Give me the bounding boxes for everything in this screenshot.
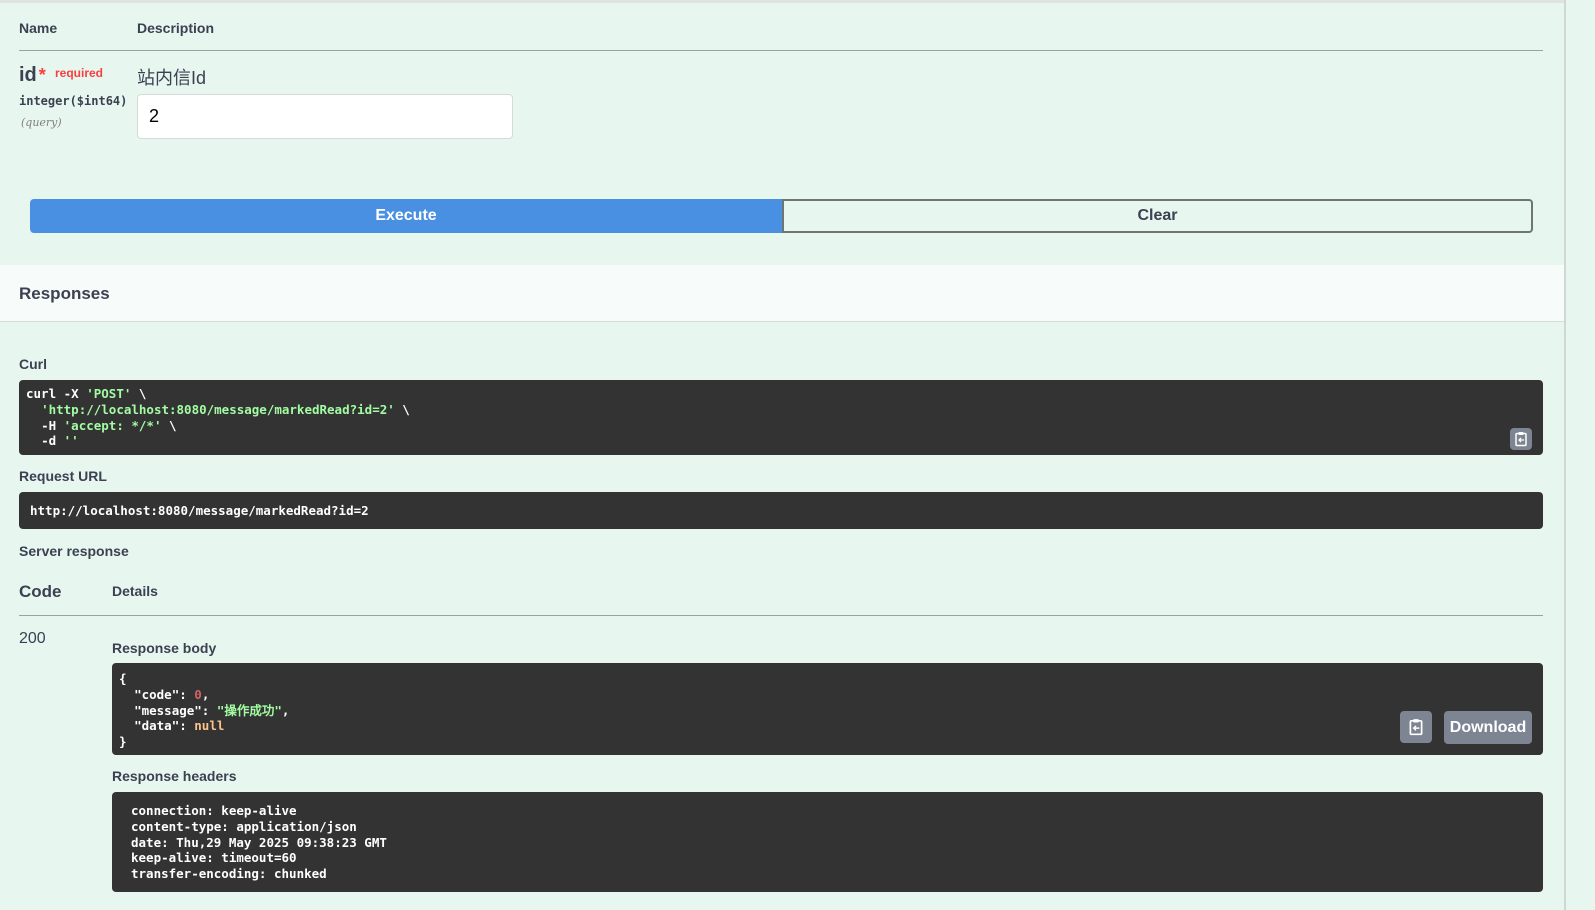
download-button[interactable]: Download	[1444, 711, 1532, 744]
json-key: "code"	[134, 686, 180, 702]
clear-button[interactable]: Clear	[782, 199, 1533, 233]
header-line: date: Thu,29 May 2025 09:38:23 GMT	[131, 834, 387, 850]
curl-continuation: \	[131, 386, 147, 401]
parameters-header: Name Description	[19, 20, 1543, 51]
curl-method: 'POST'	[86, 386, 132, 401]
json-brace: }	[119, 734, 127, 750]
required-star: *	[38, 65, 46, 85]
json-null: null	[194, 718, 225, 734]
request-url-label: Request URL	[19, 468, 107, 484]
curl-url: 'http://localhost:8080/message/markedRea…	[41, 401, 395, 417]
param-name: id *	[19, 64, 46, 87]
header-line: keep-alive: timeout=60	[131, 850, 297, 866]
curl-continuation: \	[161, 417, 177, 433]
required-label: required	[55, 66, 104, 80]
curl-label: Curl	[19, 356, 47, 372]
request-url-block[interactable]: http://localhost:8080/message/markedRead…	[19, 492, 1543, 529]
curl-data-flag: -d	[41, 433, 64, 449]
header-line: content-type: application/json	[131, 818, 357, 834]
param-type: integer($int64)	[19, 94, 128, 108]
column-name: Name	[19, 20, 58, 36]
column-description: Description	[137, 20, 215, 36]
status-code: 200	[19, 630, 46, 647]
param-id-input[interactable]	[137, 94, 513, 139]
column-details: Details	[112, 583, 158, 599]
request-url-value: http://localhost:8080/message/markedRead…	[30, 503, 369, 518]
header-line: connection: keep-alive	[131, 803, 297, 818]
json-key: "message"	[134, 702, 202, 718]
header-line: transfer-encoding: chunked	[131, 866, 327, 882]
clipboard-copy-icon	[1515, 432, 1527, 447]
param-name-text: id	[19, 64, 37, 86]
action-buttons: Execute Clear	[30, 199, 1533, 233]
json-brace: {	[119, 671, 127, 686]
top-divider	[0, 0, 1566, 3]
code-table-header: Code Details	[19, 580, 1543, 616]
response-body-label: Response body	[112, 640, 217, 656]
param-description: 站内信Id	[137, 68, 207, 88]
curl-command: curl -X	[26, 386, 87, 401]
json-number: 0	[194, 686, 202, 702]
copy-curl-button[interactable]	[1510, 428, 1532, 450]
curl-continuation: \	[394, 401, 410, 417]
curl-header-flag: -H	[41, 417, 64, 433]
response-headers-label: Response headers	[112, 768, 237, 784]
json-string: "操作成功"	[216, 702, 282, 718]
curl-code-block[interactable]: curl -X 'POST' \ 'http://localhost:8080/…	[19, 380, 1543, 455]
curl-data-value: ''	[63, 433, 79, 449]
execute-button[interactable]: Execute	[30, 199, 782, 233]
server-response-label: Server response	[19, 543, 129, 559]
right-divider	[1564, 0, 1566, 910]
curl-header-value: 'accept: */*'	[63, 417, 162, 433]
column-code: Code	[19, 582, 62, 601]
response-headers-block[interactable]: connection: keep-alive content-type: app…	[112, 792, 1543, 892]
response-body-block[interactable]: { "code": 0, "message": "操作成功", "data": …	[112, 663, 1543, 755]
responses-header: Responses	[0, 265, 1564, 322]
json-key: "data"	[134, 718, 180, 734]
copy-body-button[interactable]	[1400, 711, 1432, 743]
responses-title: Responses	[19, 284, 110, 303]
param-location: (query)	[21, 116, 62, 129]
clipboard-copy-icon	[1409, 719, 1423, 736]
